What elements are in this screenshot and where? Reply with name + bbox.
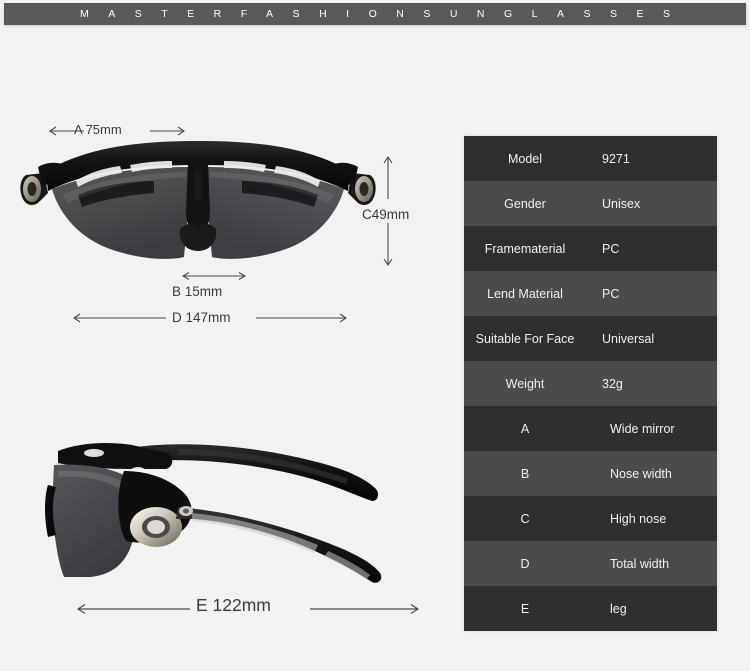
spec-key: Suitable For Face [475, 331, 575, 346]
table-row: B Nose width [464, 451, 717, 496]
table-row: D Total width [464, 541, 717, 586]
table-row: Gender Unisex [464, 181, 717, 226]
spec-value: 9271 [602, 151, 630, 166]
spec-value: leg [610, 601, 627, 616]
spec-table: Model 9271 Gender Unisex Framematerial P… [464, 136, 717, 631]
spec-key: E [520, 601, 530, 616]
spec-value: Wide mirror [610, 421, 675, 436]
spec-sheet-canvas: A 75mm B 15mm C49mm D 147mm E 122mm Mode… [0, 25, 750, 670]
dimension-arrow-b [181, 272, 247, 280]
spec-value: Nose width [610, 466, 672, 481]
spec-key: B [520, 466, 530, 481]
dimension-label-e: E 122mm [196, 595, 271, 615]
dimension-label-d: D 147mm [172, 310, 231, 325]
table-row: E leg [464, 586, 717, 631]
spec-value: PC [602, 241, 620, 256]
spec-key: Lend Material [487, 286, 563, 301]
table-row: Lend Material PC [464, 271, 717, 316]
product-image-front-view [20, 141, 376, 259]
spec-value: Unisex [602, 196, 641, 211]
side-vent-slot [84, 449, 104, 457]
spec-key: Framematerial [484, 241, 566, 256]
spec-value: PC [602, 286, 620, 301]
spec-key: Model [507, 151, 543, 166]
table-row: A Wide mirror [464, 406, 717, 451]
table-row: Weight 32g [464, 361, 717, 406]
spec-key: Weight [505, 376, 545, 391]
product-image-side-view [45, 443, 382, 583]
spec-key: D [520, 556, 530, 571]
dimension-label-a: A 75mm [74, 122, 122, 137]
spec-value: Universal [602, 331, 655, 346]
dimension-label-c: C49mm [362, 207, 410, 222]
spec-key: Gender [504, 196, 546, 211]
side-hinge-medallion [130, 507, 182, 547]
brand-title: MASTERFASHIONSUNGLASSES [79, 8, 690, 20]
header-banner: MASTERFASHIONSUNGLASSES [4, 3, 746, 25]
spec-key: C [520, 511, 530, 526]
header-banner-wrapper: MASTERFASHIONSUNGLASSES [0, 0, 750, 25]
table-row: C High nose [464, 496, 717, 541]
table-row: Model 9271 [464, 136, 717, 181]
spec-value: Total width [610, 556, 670, 571]
spec-value: High nose [610, 511, 667, 526]
dimension-label-b: B 15mm [172, 284, 223, 299]
table-row: Suitable For Face Universal [464, 316, 717, 361]
spec-key: A [520, 421, 530, 436]
spec-value: 32g [602, 376, 623, 391]
table-row: Framematerial PC [464, 226, 717, 271]
